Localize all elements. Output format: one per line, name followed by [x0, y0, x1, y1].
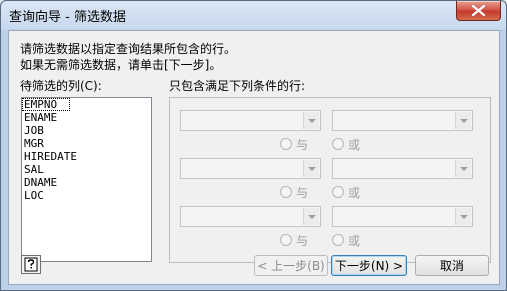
chevron-down-icon: [455, 208, 471, 225]
chevron-down-icon: [303, 160, 319, 177]
chevron-down-icon: [303, 208, 319, 225]
condition-2-or-radio[interactable]: [332, 186, 344, 198]
chevron-down-icon: [455, 160, 471, 177]
back-button[interactable]: < 上一步(B): [254, 255, 328, 276]
chevron-down-icon: [303, 112, 319, 129]
help-question-icon: [24, 257, 38, 272]
list-item[interactable]: JOB: [22, 124, 151, 137]
columns-label: 待筛选的列(C):: [20, 79, 102, 93]
chevron-down-icon: [455, 112, 471, 129]
condition-2-and-label: 与: [296, 186, 309, 200]
condition-1-operator-select[interactable]: [180, 110, 321, 131]
condition-2-and-radio[interactable]: [280, 186, 292, 198]
condition-2-or-label: 或: [348, 186, 361, 200]
list-item[interactable]: LOC: [22, 189, 151, 202]
conditions-group: 与 或 与 或 与 或: [169, 97, 491, 263]
condition-1-and-label: 与: [296, 138, 309, 152]
condition-3-value-select[interactable]: [332, 206, 473, 227]
conditions-label: 只包含满足下列条件的行:: [169, 79, 306, 93]
list-item[interactable]: SAL: [22, 163, 151, 176]
list-item[interactable]: EMPNO: [22, 98, 70, 111]
condition-1-and-radio[interactable]: [280, 138, 292, 150]
condition-3-and-label: 与: [296, 234, 309, 248]
instruction-line-1: 请筛选数据以指定查询结果所包含的行。: [20, 42, 237, 56]
cancel-button[interactable]: 取消: [415, 255, 489, 276]
close-button[interactable]: [456, 1, 501, 21]
condition-3-operator-select[interactable]: [180, 206, 321, 227]
condition-3-or-radio[interactable]: [332, 234, 344, 246]
dialog-body: 请筛选数据以指定查询结果所包含的行。 如果无需筛选数据，请单击[下一步]。 待筛…: [8, 30, 500, 285]
next-button[interactable]: 下一步(N) >: [331, 255, 407, 276]
condition-2-value-select[interactable]: [332, 158, 473, 179]
help-button[interactable]: [21, 255, 41, 274]
window-title: 查询向导 - 筛选数据: [9, 10, 126, 25]
list-item[interactable]: DNAME: [22, 176, 151, 189]
list-item[interactable]: MGR: [22, 137, 151, 150]
condition-3-or-label: 或: [348, 234, 361, 248]
columns-listbox[interactable]: EMPNO ENAME JOB MGR HIREDATE SAL DNAME L…: [21, 97, 152, 262]
dialog-window: 查询向导 - 筛选数据 请筛选数据以指定查询结果所包含的行。 如果无需筛选数据，…: [0, 0, 507, 291]
condition-1-or-label: 或: [348, 138, 361, 152]
condition-2-operator-select[interactable]: [180, 158, 321, 179]
title-bar: 查询向导 - 筛选数据: [1, 1, 506, 29]
condition-3-and-radio[interactable]: [280, 234, 292, 246]
condition-1-or-radio[interactable]: [332, 138, 344, 150]
instruction-line-2: 如果无需筛选数据，请单击[下一步]。: [20, 58, 222, 72]
close-icon: [472, 5, 485, 16]
list-item[interactable]: ENAME: [22, 111, 151, 124]
list-item[interactable]: HIREDATE: [22, 150, 151, 163]
condition-1-value-select[interactable]: [332, 110, 473, 131]
